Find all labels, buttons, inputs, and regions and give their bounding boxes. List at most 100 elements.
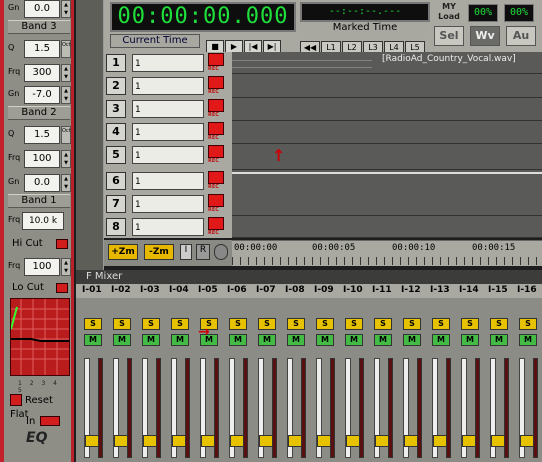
audio-mode-button[interactable]: Au: [506, 26, 536, 46]
scrub-tool-icon[interactable]: [214, 244, 228, 260]
locut-freq-field[interactable]: 100: [24, 258, 60, 276]
track-waveform-area[interactable]: [RadioAd_Country_Vocal.wav] ↑: [232, 52, 542, 238]
band2-q-field[interactable]: 1.5: [24, 40, 60, 58]
fader-handle[interactable]: [85, 435, 99, 447]
mute-button[interactable]: M: [287, 334, 305, 346]
solo-button[interactable]: S: [374, 318, 392, 330]
wave-mode-button[interactable]: Wv: [470, 26, 500, 46]
record-arm-button[interactable]: REC: [208, 76, 224, 96]
volume-fader[interactable]: [142, 358, 157, 458]
band1-gain-spinner[interactable]: ▲ ▼: [61, 174, 71, 192]
band2-freq-field[interactable]: 300: [24, 64, 60, 82]
reset-flat-button[interactable]: Reset Flat: [10, 394, 70, 420]
mute-button[interactable]: M: [316, 334, 334, 346]
record-arm-button[interactable]: REC: [208, 53, 224, 73]
track-lane[interactable]: [232, 216, 542, 238]
track-number[interactable]: 8: [106, 218, 126, 236]
record-arm-button[interactable]: REC: [208, 171, 224, 191]
volume-fader[interactable]: [229, 358, 244, 458]
fader-handle[interactable]: [491, 435, 505, 447]
band3-gain-field[interactable]: 0.0: [24, 0, 60, 18]
track-number[interactable]: 4: [106, 123, 126, 141]
lo-cut-toggle[interactable]: [56, 283, 68, 293]
fader-handle[interactable]: [230, 435, 244, 447]
track-name-field[interactable]: 1: [132, 77, 204, 95]
solo-button[interactable]: S: [345, 318, 363, 330]
mute-button[interactable]: M: [432, 334, 450, 346]
locut-freq-spinner[interactable]: ▲ ▼: [61, 258, 71, 276]
volume-fader[interactable]: [374, 358, 389, 458]
mute-button[interactable]: M: [171, 334, 189, 346]
cursor-tool-icon[interactable]: I: [180, 244, 192, 260]
eq-curve-display[interactable]: [10, 298, 70, 376]
volume-fader[interactable]: [316, 358, 331, 458]
solo-button[interactable]: S: [142, 318, 160, 330]
mute-button[interactable]: M: [229, 334, 247, 346]
track-name-field[interactable]: 1: [132, 172, 204, 190]
solo-button[interactable]: S: [84, 318, 102, 330]
mute-button[interactable]: M: [345, 334, 363, 346]
mute-button[interactable]: M: [490, 334, 508, 346]
track-name-field[interactable]: 1: [132, 146, 204, 164]
volume-fader[interactable]: [432, 358, 447, 458]
track-lane[interactable]: [232, 98, 542, 121]
solo-button[interactable]: S: [113, 318, 131, 330]
fader-handle[interactable]: [317, 435, 331, 447]
track-lane[interactable]: [RadioAd_Country_Vocal.wav]: [232, 52, 542, 74]
band1-q-field[interactable]: 1.5: [24, 126, 60, 144]
range-tool-icon[interactable]: R: [196, 244, 210, 260]
mute-button[interactable]: M: [142, 334, 160, 346]
fader-handle[interactable]: [172, 435, 186, 447]
track-name-field[interactable]: 1: [132, 195, 204, 213]
track-number[interactable]: 5: [106, 146, 126, 164]
hi-cut-toggle[interactable]: [56, 239, 68, 249]
volume-fader[interactable]: [403, 358, 418, 458]
record-arm-button[interactable]: REC: [208, 145, 224, 165]
waveform-clip[interactable]: [232, 60, 372, 68]
track-number[interactable]: 1: [106, 54, 126, 72]
volume-fader[interactable]: [84, 358, 99, 458]
volume-fader[interactable]: [490, 358, 505, 458]
band1-gain-field[interactable]: 0.0: [24, 174, 60, 192]
band2-gain-spinner[interactable]: ▲ ▼: [61, 86, 71, 104]
fader-handle[interactable]: [462, 435, 476, 447]
volume-fader[interactable]: [171, 358, 186, 458]
fader-handle[interactable]: [346, 435, 360, 447]
eq-in-toggle[interactable]: [40, 416, 60, 426]
fader-handle[interactable]: [143, 435, 157, 447]
mute-button[interactable]: M: [258, 334, 276, 346]
solo-button[interactable]: S: [403, 318, 421, 330]
volume-fader[interactable]: [258, 358, 273, 458]
fader-handle[interactable]: [375, 435, 389, 447]
track-name-field[interactable]: 1: [132, 100, 204, 118]
time-ruler[interactable]: 00:00:00 00:00:05 00:00:10 00:00:15: [232, 240, 542, 266]
band3-gain-spinner[interactable]: ▲ ▼: [61, 0, 71, 18]
solo-button[interactable]: S: [287, 318, 305, 330]
record-arm-button[interactable]: REC: [208, 217, 224, 237]
mute-button[interactable]: M: [461, 334, 479, 346]
my-load-button[interactable]: MY Load: [434, 2, 464, 24]
record-arm-button[interactable]: REC: [208, 99, 224, 119]
fader-handle[interactable]: [433, 435, 447, 447]
track-lane[interactable]: [232, 193, 542, 216]
fader-handle[interactable]: [201, 435, 215, 447]
hicut-freq-field[interactable]: 10.0 k: [22, 212, 64, 230]
record-arm-button[interactable]: REC: [208, 194, 224, 214]
solo-button[interactable]: S: [316, 318, 334, 330]
track-lane[interactable]: [232, 121, 542, 144]
track-name-field[interactable]: 1: [132, 54, 204, 72]
mute-button[interactable]: M: [374, 334, 392, 346]
volume-fader[interactable]: [113, 358, 128, 458]
mixer-title-bar[interactable]: F Mixer: [76, 270, 542, 284]
fader-handle[interactable]: [520, 435, 534, 447]
band1-freq-spinner[interactable]: ▲ ▼: [61, 150, 71, 168]
band1-freq-field[interactable]: 100: [24, 150, 60, 168]
record-arm-button[interactable]: REC: [208, 122, 224, 142]
mute-button[interactable]: M: [84, 334, 102, 346]
solo-button[interactable]: S: [461, 318, 479, 330]
track-number[interactable]: 2: [106, 77, 126, 95]
band2-freq-spinner[interactable]: ▲ ▼: [61, 64, 71, 82]
volume-fader[interactable]: [287, 358, 302, 458]
mute-button[interactable]: M: [113, 334, 131, 346]
volume-fader[interactable]: [345, 358, 360, 458]
